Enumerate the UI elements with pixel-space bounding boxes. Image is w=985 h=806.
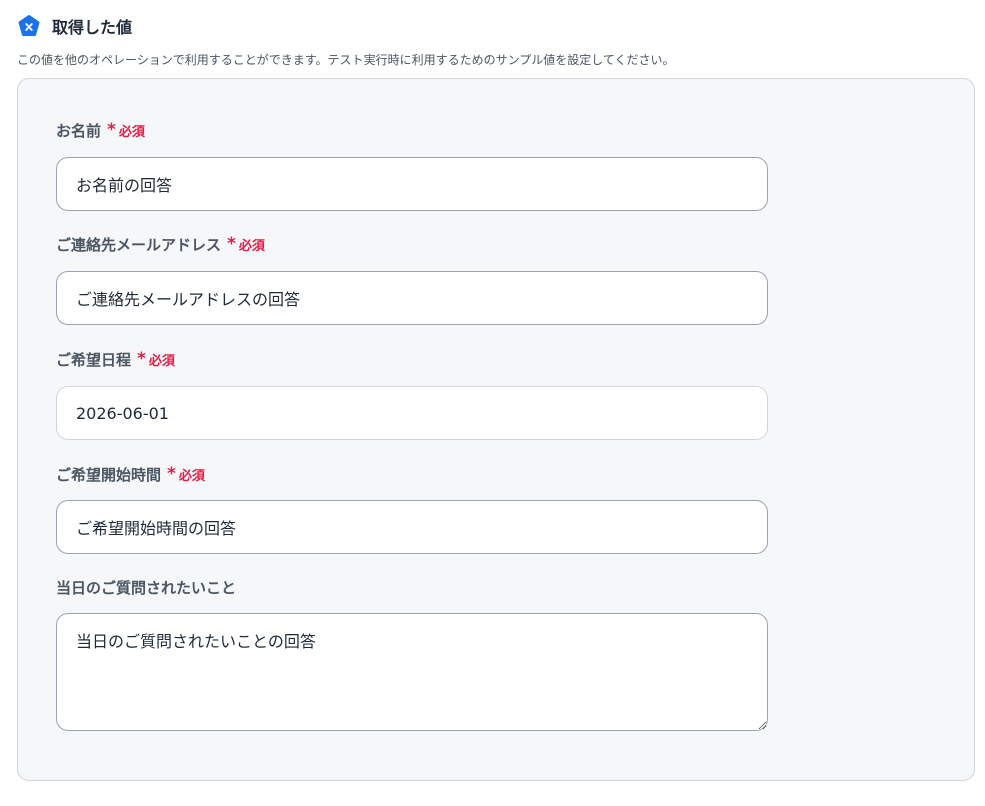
- field-label-name: お名前 * 必須: [56, 120, 145, 141]
- field-label-text: お名前: [56, 122, 102, 140]
- field-label-email: ご連絡先メールアドレス * 必須: [56, 234, 265, 255]
- section-title: 取得した値: [52, 18, 133, 37]
- field-label-date: ご希望日程 * 必須: [56, 349, 175, 370]
- required-badge: 必須: [178, 469, 205, 484]
- required-badge: 必須: [118, 125, 145, 140]
- date-input[interactable]: [56, 386, 768, 440]
- name-input[interactable]: [56, 157, 768, 211]
- x-badge-icon: [18, 15, 40, 36]
- questions-textarea[interactable]: 当日のご質問されたいことの回答: [56, 613, 768, 731]
- field-label-start-time: ご希望開始時間 * 必須: [56, 464, 205, 485]
- field-label-text: ご連絡先メールアドレス: [56, 236, 222, 254]
- field-label-text: ご希望日程: [56, 351, 132, 369]
- section-header: 取得した値: [18, 14, 132, 38]
- required-asterisk-icon: *: [167, 464, 176, 484]
- section-description: この値を他のオペレーションで利用することができます。テスト実行時に利用するための…: [17, 53, 675, 67]
- form-panel: お名前 * 必須 ご連絡先メールアドレス * 必須 ご希望日程 * 必須 ご希望…: [17, 78, 975, 781]
- required-asterisk-icon: *: [227, 234, 236, 254]
- required-badge: 必須: [238, 239, 265, 254]
- required-asterisk-icon: *: [107, 120, 116, 140]
- field-label-text: 当日のご質問されたいこと: [56, 579, 237, 597]
- required-badge: 必須: [148, 354, 175, 369]
- email-input[interactable]: [56, 271, 768, 325]
- field-label-text: ご希望開始時間: [56, 466, 162, 484]
- start-time-input[interactable]: [56, 500, 768, 554]
- field-label-questions: 当日のご質問されたいこと: [56, 577, 236, 598]
- required-asterisk-icon: *: [137, 349, 146, 369]
